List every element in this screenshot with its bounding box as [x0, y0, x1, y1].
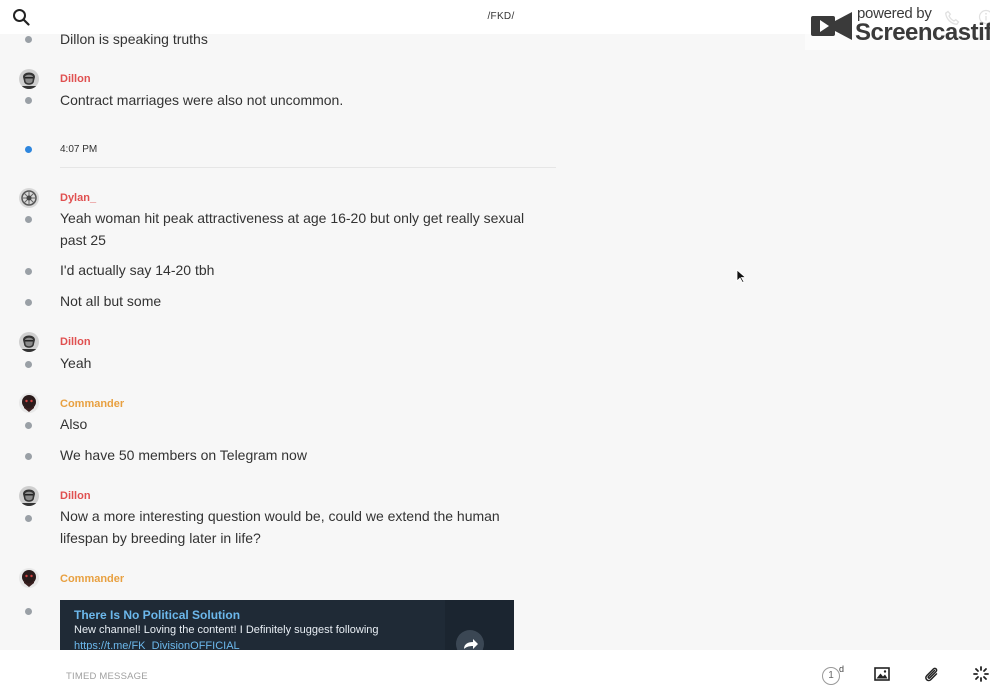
- avatar-dylan[interactable]: [19, 188, 39, 208]
- message-bullet: [25, 299, 32, 306]
- timer-unit: d: [839, 664, 845, 674]
- avatar-dillon[interactable]: [19, 332, 39, 352]
- composer-bar: 1 d: [0, 650, 990, 700]
- message-bullet: [25, 453, 32, 460]
- loading-spinner-icon[interactable]: [972, 665, 990, 683]
- message-bullet: [25, 515, 32, 522]
- app-window: /FKD/ powered by Screencastify Dillon is…: [0, 0, 990, 700]
- image-icon[interactable]: [873, 665, 891, 683]
- avatar-dillon[interactable]: [19, 486, 39, 506]
- timed-message-input[interactable]: [66, 668, 666, 684]
- message-text: Now a more interesting question would be…: [60, 508, 500, 546]
- time-marker-dot: [25, 146, 32, 153]
- share-button[interactable]: [456, 630, 484, 650]
- sender-name[interactable]: Dylan_: [60, 192, 96, 204]
- timestamp: 4:07 PM: [60, 144, 98, 155]
- message-text: Not all but some: [60, 293, 162, 309]
- forwarded-message-card[interactable]: There Is No Political Solution New chann…: [60, 600, 514, 650]
- forwarded-card-title[interactable]: There Is No Political Solution: [74, 608, 240, 622]
- avatar-commander[interactable]: [19, 568, 39, 588]
- message-bullet: [25, 608, 32, 615]
- message-bullet: [25, 422, 32, 429]
- message-text: Yeah: [60, 355, 92, 371]
- message-text: Dillon is speaking truths: [60, 34, 208, 47]
- message-text: Contract marriages were also not uncommo…: [60, 92, 344, 108]
- message-bullet: [25, 268, 32, 275]
- paperclip-icon[interactable]: [922, 665, 940, 683]
- message-text: I'd actually say 14-20 tbh: [60, 262, 215, 278]
- sender-name[interactable]: Dillon: [60, 336, 91, 348]
- avatar-commander[interactable]: [19, 393, 39, 413]
- message-text: Also: [60, 416, 88, 432]
- message-text: Yeah woman hit peak attractiveness at ag…: [60, 210, 525, 248]
- timer-value: 1: [822, 667, 840, 685]
- sender-name[interactable]: Commander: [60, 573, 124, 585]
- forwarded-card-body: There Is No Political Solution New chann…: [60, 600, 445, 650]
- mouse-cursor-icon: [736, 269, 746, 283]
- message-bullet: [25, 97, 32, 104]
- share-arrow-icon: [464, 639, 478, 649]
- message-bullet: [25, 216, 32, 223]
- avatar-dillon[interactable]: [19, 69, 39, 89]
- sender-name[interactable]: Commander: [60, 398, 124, 410]
- time-divider: [60, 167, 556, 168]
- sender-name[interactable]: Dillon: [60, 73, 91, 85]
- forwarded-card-text: New channel! Loving the content! I Defin…: [74, 624, 379, 636]
- sender-name[interactable]: Dillon: [60, 490, 91, 502]
- forwarded-card-link[interactable]: https://t.me/FK_DivisionOFFICIAL: [74, 640, 240, 650]
- message-bullet: [25, 361, 32, 368]
- message-list[interactable]: Dillon is speaking truths Dillon Contrac…: [0, 34, 990, 650]
- message-text: We have 50 members on Telegram now: [60, 447, 307, 463]
- self-destruct-timer-button[interactable]: 1 d: [822, 664, 846, 686]
- message-bullet: [25, 36, 32, 43]
